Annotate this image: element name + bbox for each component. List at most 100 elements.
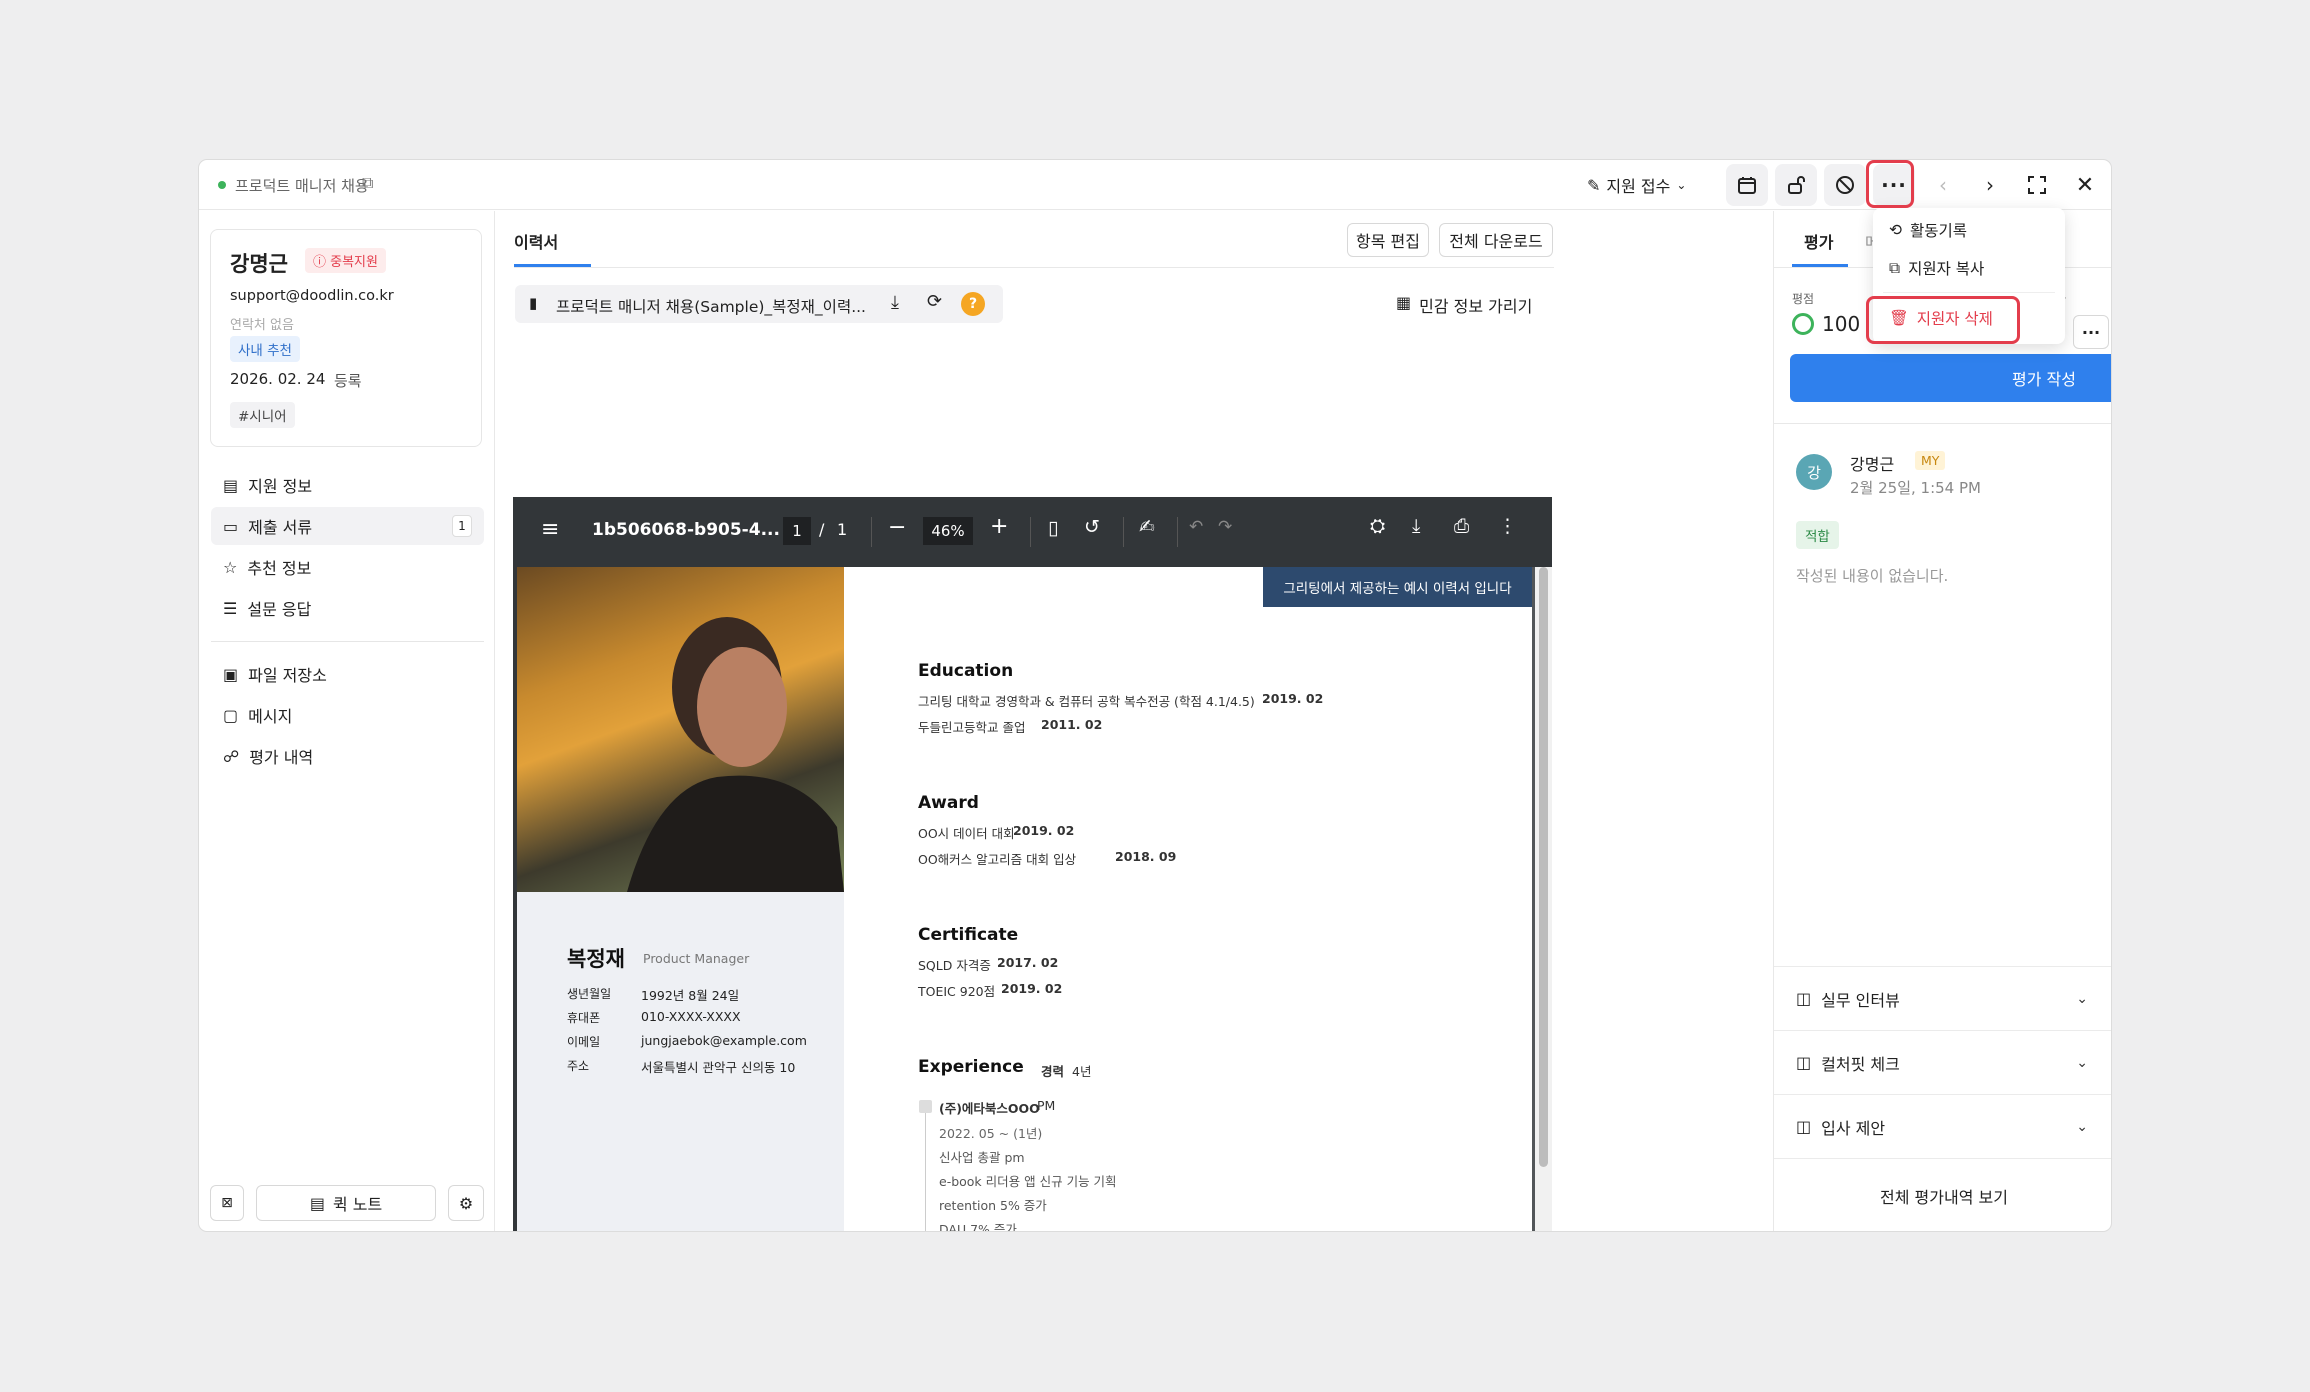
sidebar-item-label: 평가 내역 xyxy=(249,748,314,767)
highlight-more-button xyxy=(1866,160,1914,208)
settings-button[interactable]: ⚙ xyxy=(448,1185,484,1221)
print-icon[interactable]: ⎙ xyxy=(1454,515,1469,537)
tab-evaluation[interactable]: 평가 xyxy=(1804,229,1833,253)
sidebar-item-application-info[interactable]: ▤ 지원 정보 xyxy=(211,466,484,504)
sidebar-item-evaluation-history[interactable]: ☍ 평가 내역 xyxy=(211,737,484,775)
view-all-evaluations[interactable]: 전체 평가내역 보기 xyxy=(1774,1158,2111,1231)
section-label: 입사 제안 xyxy=(1821,1118,1886,1138)
mask-icon: ▦ xyxy=(1396,293,1412,312)
education-heading: Education xyxy=(918,661,1014,681)
experience-line: 신사업 총괄 pm xyxy=(939,1150,1025,1165)
scrollbar-thumb[interactable] xyxy=(1539,567,1548,1167)
cert-date: 2017. 02 xyxy=(997,955,1059,970)
history-icon: ⟲ xyxy=(1889,221,1902,239)
sidebar-item-message[interactable]: ▢ 메시지 xyxy=(211,696,484,734)
sidebar-item-file-storage[interactable]: ▣ 파일 저장소 xyxy=(211,655,484,693)
close-button[interactable]: ✕ xyxy=(2064,164,2106,206)
candidate-email[interactable]: support@doodlin.co.kr xyxy=(230,288,394,304)
resume-side-column: 복정재 Product Manager 생년월일 1992년 8월 24일 휴대… xyxy=(517,567,844,1231)
download-icon[interactable]: ⤓ xyxy=(891,292,899,313)
info-key: 주소 xyxy=(567,1059,590,1073)
sidebar-item-submitted-docs[interactable]: ▭ 제출 서류 1 xyxy=(211,507,484,545)
edit-items-button[interactable]: 항목 편집 xyxy=(1347,223,1429,257)
external-link-icon[interactable]: ⧉ xyxy=(362,173,373,193)
education-item: 두들린고등학교 졸업 xyxy=(918,720,1026,735)
download-icon[interactable]: ⤓ xyxy=(1412,515,1420,537)
hashtag[interactable]: #시니어 xyxy=(230,402,295,428)
fit-page-icon[interactable]: ▯ xyxy=(1048,517,1058,539)
chevron-down-icon: ⌄ xyxy=(2076,990,2088,1007)
company-icon xyxy=(919,1100,932,1113)
fullscreen-button[interactable] xyxy=(2016,164,2058,206)
draw-icon[interactable]: ✍ xyxy=(1139,516,1155,538)
toolbar-divider xyxy=(1123,517,1124,547)
info-key: 이메일 xyxy=(567,1035,601,1049)
score-ring-icon xyxy=(1792,313,1814,335)
undo-icon[interactable]: ↶ xyxy=(1189,517,1203,537)
annotation-icon[interactable]: ⛭ xyxy=(1370,515,1385,537)
zoom-input[interactable]: 46% xyxy=(923,517,973,545)
download-all-button[interactable]: 전체 다운로드 xyxy=(1439,223,1553,257)
section-offer[interactable]: ◫ 입사 제안 ⌄ xyxy=(1774,1094,2111,1158)
info-value: 010-XXXX-XXXX xyxy=(641,1009,741,1024)
registered-suffix: 등록 xyxy=(334,372,362,390)
info-value: 1992년 8월 24일 xyxy=(641,988,740,1003)
company-name: (주)에타북스OOO xyxy=(939,1101,1040,1116)
company-period: 2022. 05 ~ (1년) xyxy=(939,1126,1043,1141)
shield-question-icon[interactable]: ? xyxy=(961,292,985,316)
profile-photo xyxy=(517,567,844,892)
section-culture-fit[interactable]: ◫ 컬처핏 체크 ⌄ xyxy=(1774,1030,2111,1094)
resume-role: Product Manager xyxy=(643,951,750,966)
sidebar-item-referral[interactable]: ☆ 추천 정보 xyxy=(211,548,484,586)
rotate-icon[interactable]: ↺ xyxy=(1084,516,1100,538)
resume-name: 복정재 xyxy=(567,947,625,971)
hide-sensitive-button[interactable]: ▦ 민감 정보 가리기 xyxy=(1396,293,1532,317)
unlock-button[interactable] xyxy=(1775,164,1817,206)
menu-divider xyxy=(1883,292,2055,293)
write-evaluation-button[interactable]: 평가 작성 xyxy=(1790,354,2111,402)
job-title[interactable]: 프로덕트 매니저 채용 xyxy=(235,175,369,196)
section-icon: ◫ xyxy=(1796,1117,1812,1136)
status-select[interactable]: ✎ 지원 접수 ⌄ xyxy=(1587,168,1707,202)
more-vertical-icon[interactable]: ⋮ xyxy=(1498,515,1517,537)
section-interview[interactable]: ◫ 실무 인터뷰 ⌄ xyxy=(1774,966,2111,1030)
zoom-out-icon[interactable]: − xyxy=(888,515,906,540)
quick-note-button[interactable]: ▤ 퀵 노트 xyxy=(256,1185,436,1221)
divider xyxy=(1774,423,2111,424)
menu-item-label: 활동기록 xyxy=(1910,222,1968,240)
calendar-icon xyxy=(1738,177,1756,194)
menu-item-copy-applicant[interactable]: ⧉ 지원자 복사 xyxy=(1873,250,2065,286)
file-chip[interactable]: ▮ 프로덕트 매니저 채용(Sample)_복정재_이력... ⤓ ⟳ ? xyxy=(515,285,1003,323)
redo-icon[interactable]: ↷ xyxy=(1218,517,1232,537)
status-select-label: 지원 접수 xyxy=(1606,177,1671,196)
experience-line: retention 5% 증가 xyxy=(939,1198,1047,1213)
info-key: 휴대폰 xyxy=(567,1011,601,1025)
storage-icon: ▣ xyxy=(223,664,239,684)
menu-icon[interactable]: ≡ xyxy=(541,517,559,542)
page-edge xyxy=(513,567,517,1231)
education-date: 2019. 02 xyxy=(1262,691,1324,706)
person-silhouette-icon xyxy=(627,617,844,892)
calendar-button[interactable] xyxy=(1726,164,1768,206)
candidate-name: 강명근 xyxy=(230,252,288,276)
tab-resume[interactable]: 이력서 xyxy=(514,229,558,253)
sidebar-item-survey[interactable]: ☰ 설문 응답 xyxy=(211,589,484,627)
excel-button[interactable]: ⊠ xyxy=(210,1185,244,1221)
block-icon xyxy=(1836,176,1854,194)
note-icon: ▤ xyxy=(309,1193,325,1213)
scrollbar[interactable] xyxy=(1535,567,1552,1231)
cert-item: SQLD 자격증 xyxy=(918,958,991,973)
zoom-in-icon[interactable]: + xyxy=(990,514,1008,539)
next-button[interactable]: › xyxy=(1969,164,2011,206)
menu-item-activity-log[interactable]: ⟲ 활동기록 xyxy=(1873,212,2065,248)
prev-button[interactable]: ‹ xyxy=(1922,164,1964,206)
empty-text: 작성된 내용이 없습니다. xyxy=(1796,567,1949,585)
sample-banner: 그리팅에서 제공하는 예시 이력서 입니다 xyxy=(1263,567,1532,607)
evaluation-icon: ☍ xyxy=(223,746,240,766)
unlock-icon xyxy=(1788,176,1805,194)
block-button[interactable] xyxy=(1824,164,1866,206)
refresh-icon[interactable]: ⟳ xyxy=(927,291,942,312)
evaluation-more-button[interactable]: ··· xyxy=(2073,315,2109,349)
page-input[interactable]: 1 xyxy=(783,517,811,545)
education-date: 2011. 02 xyxy=(1041,717,1103,732)
